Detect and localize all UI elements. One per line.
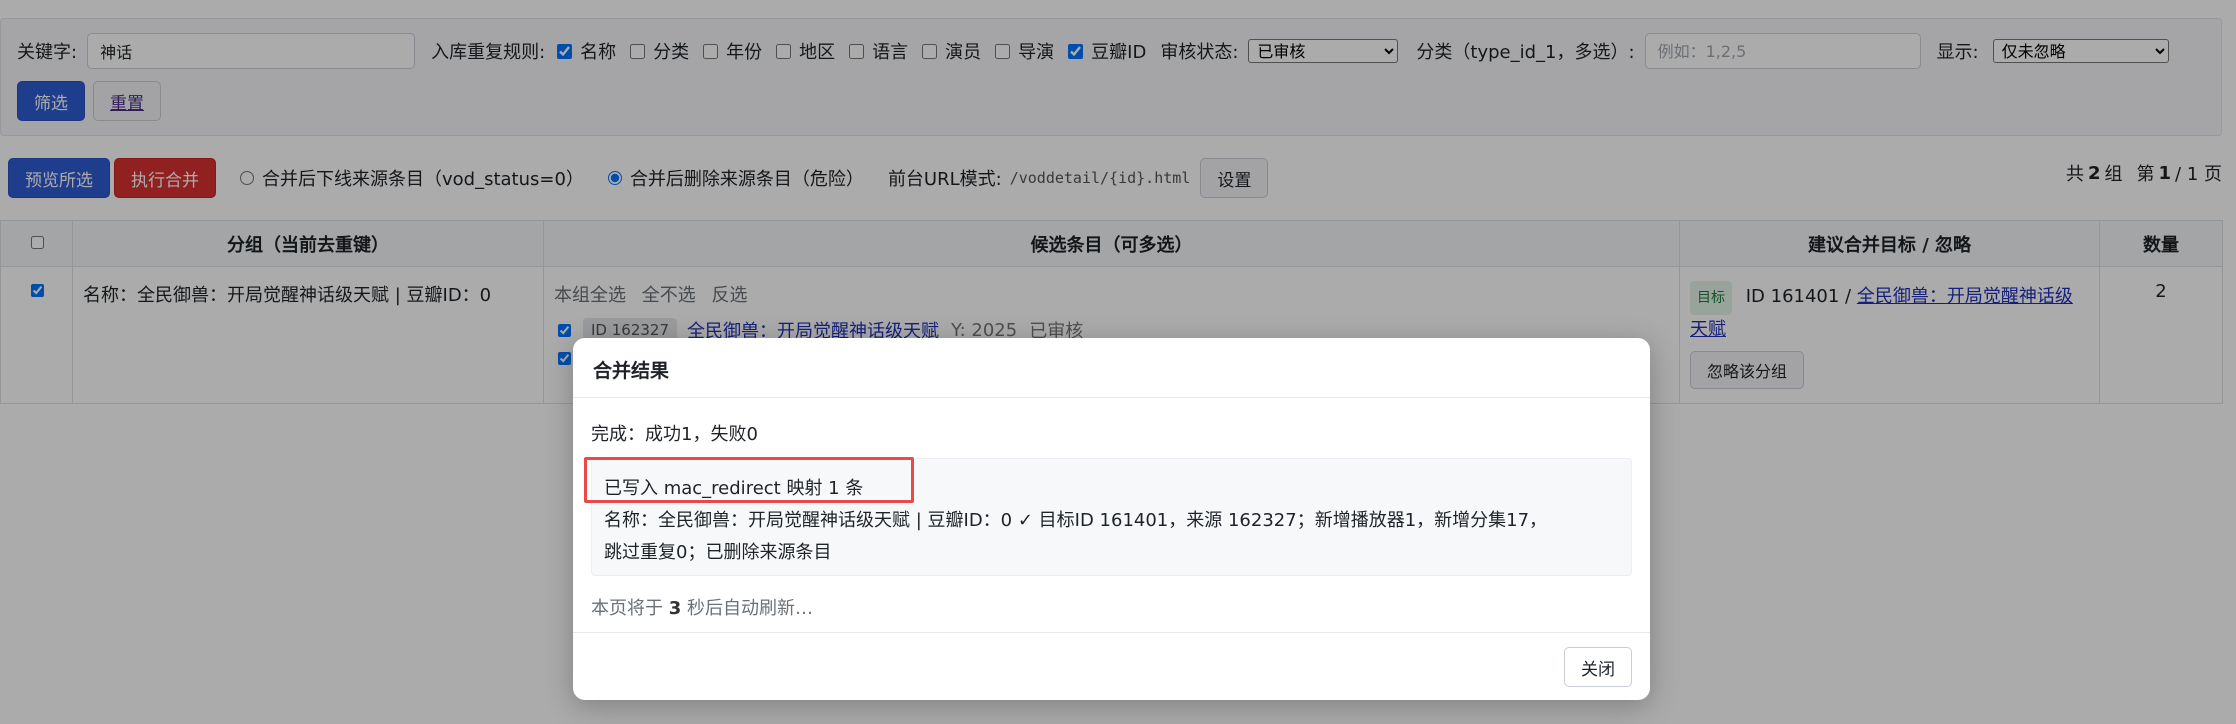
merge-result-modal: 合并结果 完成：成功1，失败0 已写入 mac_redirect 映射 1 条 … <box>573 338 1650 700</box>
modal-title: 合并结果 <box>573 338 1650 398</box>
refresh-post: 秒后自动刷新… <box>687 598 813 619</box>
close-button[interactable]: 关闭 <box>1564 647 1632 687</box>
merge-summary: 完成：成功1，失败0 <box>591 424 758 445</box>
highlight-box <box>584 457 914 503</box>
detail-line: 跳过重复0；已删除来源条目 <box>604 542 832 563</box>
modal-body: 完成：成功1，失败0 已写入 mac_redirect 映射 1 条 名称：全民… <box>573 420 1650 620</box>
modal-footer: 关闭 <box>573 632 1650 700</box>
refresh-note: 本页将于 3 秒后自动刷新… <box>591 594 1632 620</box>
merge-log: 已写入 mac_redirect 映射 1 条 名称：全民御兽：开局觉醒神话级天… <box>584 457 1632 576</box>
refresh-pre: 本页将于 <box>591 598 663 619</box>
detail-line: 名称：全民御兽：开局觉醒神话级天赋 | 豆瓣ID：0 ✓ 目标ID 161401… <box>604 510 1548 531</box>
refresh-seconds: 3 <box>668 598 682 619</box>
